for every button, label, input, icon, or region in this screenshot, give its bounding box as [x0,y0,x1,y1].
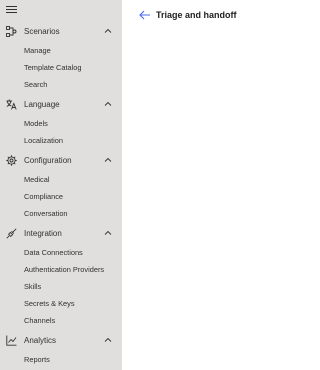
sidebar-item-conversation[interactable]: Conversation [24,209,68,219]
section-configuration: Configuration Medical Compliance Convers… [0,153,122,218]
plug-icon [6,228,17,239]
sidebar-item-channels[interactable]: Channels [24,316,55,326]
section-header-analytics[interactable]: Analytics [0,333,122,350]
section-label-scenarios: Scenarios [24,27,60,36]
section-label-configuration: Configuration [24,156,72,165]
section-language: Language Models Localization [0,97,122,145]
sidebar-item-skills[interactable]: Skills [24,282,41,292]
section-integration: Integration Data Connections Authenticat… [0,226,122,325]
sidebar-item-authentication-providers[interactable]: Authentication Providers [24,265,104,275]
main-content: Triage and handoff [122,0,246,370]
section-analytics: Analytics Reports [0,333,122,364]
section-label-language: Language [24,100,60,109]
chart-icon [6,335,17,346]
chevron-up-icon[interactable] [104,156,112,164]
sidebar-item-search[interactable]: Search [24,80,47,90]
sidebar-item-template-catalog[interactable]: Template Catalog [24,63,82,73]
sidebar-item-models[interactable]: Models [24,119,48,129]
sidebar-item-localization[interactable]: Localization [24,136,63,146]
sidebar-item-medical[interactable]: Medical [24,175,49,185]
app-root: Scenarios Manage Template Catalog Search… [0,0,246,370]
section-header-language[interactable]: Language [0,97,122,114]
sidebar-item-data-connections[interactable]: Data Connections [24,248,83,258]
section-label-analytics: Analytics [24,336,57,345]
sidebar-item-reports[interactable]: Reports [24,355,50,365]
language-icon [6,99,17,110]
section-header-integration[interactable]: Integration [0,226,122,243]
sidebar-item-compliance[interactable]: Compliance [24,192,63,202]
section-scenarios: Scenarios Manage Template Catalog Search [0,24,122,89]
sidebar: Scenarios Manage Template Catalog Search… [0,0,122,370]
sidebar-item-secrets-keys[interactable]: Secrets & Keys [24,299,75,309]
chevron-up-icon[interactable] [104,27,112,35]
sidebar-item-manage[interactable]: Manage [24,46,51,56]
chevron-up-icon[interactable] [104,229,112,237]
page-title: Triage and handoff [156,10,237,20]
section-header-configuration[interactable]: Configuration [0,153,122,170]
section-header-scenarios[interactable]: Scenarios [0,24,122,41]
back-arrow-icon[interactable] [139,10,151,20]
hamburger-menu-icon[interactable] [6,5,18,15]
section-label-integration: Integration [24,229,62,238]
chevron-up-icon[interactable] [104,336,112,344]
flow-icon [6,26,17,37]
gear-icon [6,155,17,166]
chevron-up-icon[interactable] [104,100,112,108]
